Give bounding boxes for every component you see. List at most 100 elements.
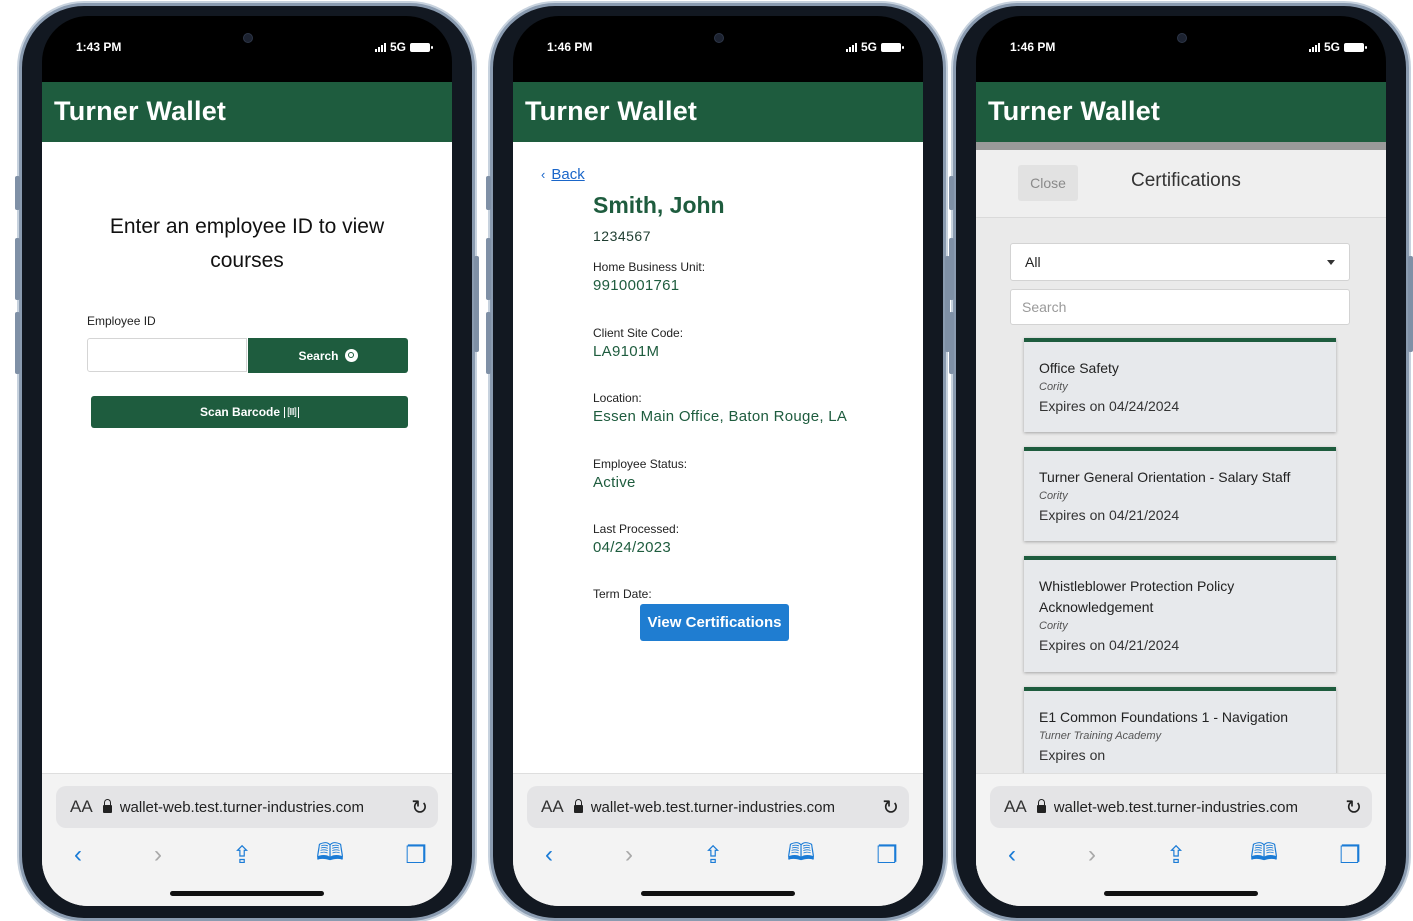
forward-arrow-icon[interactable]: ›	[613, 840, 645, 870]
certification-expiry: Expires on	[1039, 747, 1106, 763]
status-icons: 5G	[374, 40, 433, 54]
filter-select-value: All	[1025, 254, 1041, 270]
safari-bottom-bar: AA wallet-web.test.turner-industries.com…	[976, 773, 1386, 906]
certifications-modal-header: Close Certifications	[976, 150, 1386, 218]
view-certifications-button[interactable]: View Certifications	[640, 604, 789, 641]
back-link-label: Back	[551, 166, 585, 183]
bookmarks-icon[interactable]: 🕮	[1248, 839, 1280, 870]
field-label: Employee Status:	[593, 457, 688, 471]
signal-icon	[845, 42, 857, 52]
phone-frame-3: 1:46 PM 5G Turner Wallet Close Certifica…	[949, 6, 1413, 918]
address-bar[interactable]: AA wallet-web.test.turner-industries.com…	[990, 786, 1372, 828]
battery-icon	[881, 42, 904, 52]
field-value: 04/24/2023	[593, 539, 672, 556]
reader-aa-button[interactable]: AA	[541, 797, 564, 817]
home-indicator	[1104, 891, 1258, 896]
phone-screen: 1:46 PM 5G Turner Wallet ‹ Back Smith, Jo…	[513, 16, 923, 906]
signal-icon	[1308, 42, 1320, 52]
volume-down-button	[15, 312, 20, 374]
share-icon[interactable]: ⇪	[697, 840, 729, 870]
volume-up-button	[486, 238, 491, 300]
certification-expiry: Expires on 04/21/2024	[1039, 507, 1180, 523]
back-arrow-icon[interactable]: ‹	[533, 840, 565, 870]
power-button	[1408, 256, 1413, 352]
bookmarks-icon[interactable]: 🕮	[785, 839, 817, 870]
network-label: 5G	[860, 40, 877, 54]
status-time: 1:43 PM	[76, 40, 122, 54]
volume-up-button	[949, 238, 954, 300]
last-processed-field: Last Processed: 04/24/2023	[593, 522, 679, 556]
url-text[interactable]: wallet-web.test.turner-industries.com	[1054, 799, 1346, 816]
url-text[interactable]: wallet-web.test.turner-industries.com	[591, 799, 883, 816]
tabs-icon[interactable]: ❐	[1334, 840, 1366, 870]
employee-status-field: Employee Status: Active	[593, 457, 687, 491]
filter-select[interactable]: All	[1010, 243, 1350, 281]
search-input[interactable]: Search	[1010, 289, 1350, 325]
reader-aa-button[interactable]: AA	[70, 797, 93, 817]
search-button[interactable]: Search	[248, 338, 408, 373]
app-header: Turner Wallet	[976, 82, 1386, 142]
scan-barcode-label: Scan Barcode	[200, 405, 281, 419]
certification-title: Turner General Orientation - Salary Staf…	[1039, 469, 1291, 485]
network-label: 5G	[389, 40, 406, 54]
certification-provider: Turner Training Academy	[1039, 730, 1162, 742]
front-camera	[1177, 33, 1187, 43]
term-date-field: Term Date:	[593, 587, 652, 601]
employee-id-input[interactable]	[87, 338, 247, 372]
address-bar[interactable]: AA wallet-web.test.turner-industries.com…	[56, 786, 438, 828]
back-arrow-icon[interactable]: ‹	[62, 840, 94, 870]
status-icons: 5G	[845, 40, 904, 54]
search-icon	[344, 349, 358, 362]
address-bar[interactable]: AA wallet-web.test.turner-industries.com…	[527, 786, 909, 828]
app-title: Turner Wallet	[988, 96, 1161, 126]
reload-icon[interactable]: ↻	[411, 795, 428, 820]
chevron-left-icon: ‹	[541, 167, 546, 182]
phone-frame-1: 1:43 PM 5G Turner Wallet Enter an employ…	[15, 6, 479, 918]
certification-provider: Cority	[1039, 490, 1068, 502]
share-icon[interactable]: ⇪	[226, 840, 258, 870]
reload-icon[interactable]: ↻	[882, 795, 899, 820]
forward-arrow-icon[interactable]: ›	[1076, 840, 1108, 870]
certification-title: Office Safety	[1039, 360, 1119, 376]
page-heading: Enter an employee ID to view courses	[109, 215, 385, 272]
signal-icon	[374, 42, 386, 52]
certification-card[interactable]: Office Safety Cority Expires on 04/24/20…	[1024, 338, 1336, 432]
close-button[interactable]: Close	[1018, 165, 1078, 201]
app-header: Turner Wallet	[513, 82, 923, 142]
field-value: Active	[593, 474, 636, 491]
status-bar: 1:43 PM 5G	[42, 16, 452, 82]
modal-backdrop-strip	[976, 142, 1386, 150]
forward-arrow-icon[interactable]: ›	[142, 840, 174, 870]
back-arrow-icon[interactable]: ‹	[996, 840, 1028, 870]
client-site-code-field: Client Site Code: LA9101M	[593, 326, 683, 360]
battery-icon	[410, 42, 433, 52]
certification-title: Whistleblower Protection Policy Acknowle…	[1039, 578, 1235, 615]
certification-provider: Cority	[1039, 381, 1068, 393]
web-content: Turner Wallet Enter an employee ID to vi…	[42, 82, 452, 906]
tabs-icon[interactable]: ❐	[871, 840, 903, 870]
certification-title: E1 Common Foundations 1 - Navigation	[1039, 709, 1289, 725]
reload-icon[interactable]: ↻	[1345, 795, 1362, 820]
home-indicator	[170, 891, 324, 896]
safari-bottom-bar: AA wallet-web.test.turner-industries.com…	[513, 773, 923, 906]
app-title: Turner Wallet	[54, 96, 227, 126]
field-label: Home Business Unit:	[593, 260, 706, 274]
employee-name: Smith, John	[593, 192, 725, 218]
safari-toolbar: ‹ › ⇪ 🕮 ❐	[976, 839, 1386, 870]
url-text[interactable]: wallet-web.test.turner-industries.com	[120, 799, 412, 816]
tabs-icon[interactable]: ❐	[400, 840, 432, 870]
front-camera	[714, 33, 724, 43]
certification-card[interactable]: Whistleblower Protection Policy Acknowle…	[1024, 556, 1336, 672]
app-header: Turner Wallet	[42, 82, 452, 142]
scan-barcode-button[interactable]: Scan Barcode [III]	[91, 396, 408, 428]
reader-aa-button[interactable]: AA	[1004, 797, 1027, 817]
lock-icon	[573, 798, 583, 813]
share-icon[interactable]: ⇪	[1160, 840, 1192, 870]
bookmarks-icon[interactable]: 🕮	[314, 839, 346, 870]
employee-id-label: Employee ID	[87, 314, 156, 328]
certification-card[interactable]: Turner General Orientation - Salary Staf…	[1024, 447, 1336, 541]
search-button-label: Search	[298, 348, 339, 363]
back-link[interactable]: ‹ Back	[541, 166, 585, 183]
home-business-unit-field: Home Business Unit: 9910001761	[593, 260, 705, 294]
web-content: Turner Wallet ‹ Back Smith, John 1234567 …	[513, 82, 923, 906]
